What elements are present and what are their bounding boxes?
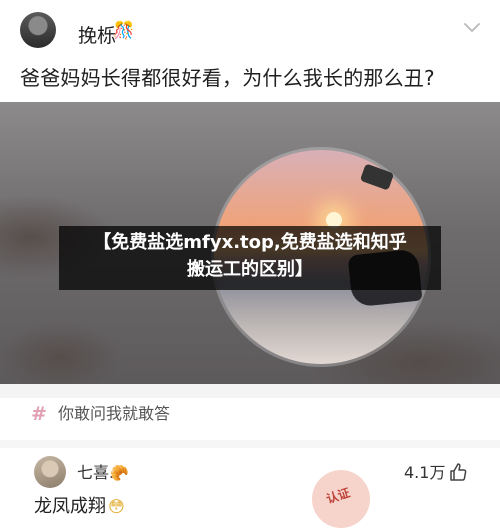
author-avatar[interactable] bbox=[20, 12, 56, 48]
chevron-down-icon[interactable] bbox=[462, 20, 482, 34]
comment-text: 龙凤成翔 bbox=[34, 496, 106, 517]
hash-icon: # bbox=[31, 403, 47, 425]
watermark-line-2: 搬运工的区别】 bbox=[187, 259, 313, 280]
section-divider bbox=[0, 384, 500, 398]
commenter-name[interactable]: 七喜. bbox=[77, 463, 114, 483]
watermark-line-1: 【免费盐选mfyx.top,免费盐选和知乎 bbox=[93, 232, 407, 253]
question-title[interactable]: 爸爸妈妈长得都很好看，为什么我长的那么丑? bbox=[20, 62, 435, 91]
thumbs-up-icon[interactable] bbox=[448, 462, 468, 482]
comment-emoji: 😳 bbox=[108, 497, 125, 516]
comment-divider bbox=[0, 440, 500, 448]
commenter-emoji: 🥐 bbox=[110, 464, 129, 482]
like-count: 4.1万 bbox=[404, 463, 446, 482]
author-name[interactable]: 挽栎 bbox=[78, 21, 116, 48]
watermark-text: 【免费盐选mfyx.top,免费盐选和知乎 搬运工的区别】 bbox=[59, 229, 441, 283]
commenter-avatar[interactable] bbox=[34, 456, 66, 488]
post-header: 挽栎 🎊 bbox=[0, 0, 500, 58]
author-emoji: 🎊 bbox=[113, 21, 135, 41]
topic-tag-label[interactable]: 你敢问我就敢答 bbox=[58, 402, 170, 426]
topic-tag[interactable]: # 你敢问我就敢答 bbox=[22, 402, 478, 428]
